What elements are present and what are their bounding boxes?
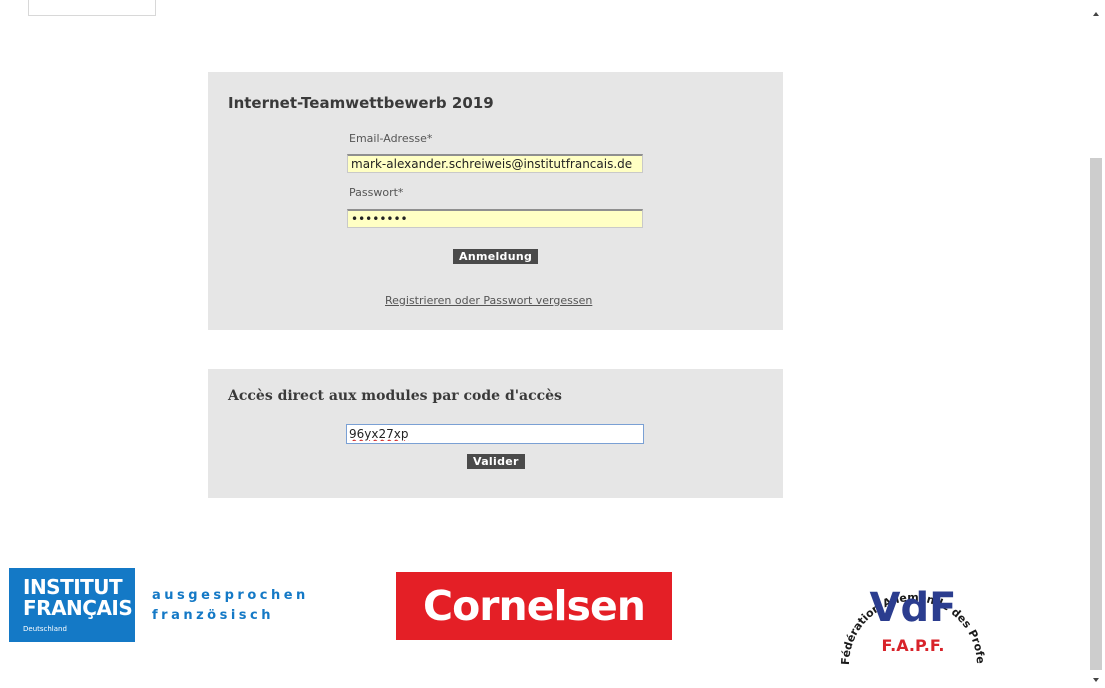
login-panel-title: Internet-Teamwettbewerb 2019 [228,94,494,112]
scroll-down-arrow-icon[interactable] [1093,678,1099,682]
email-label: Email-Adresse* [349,132,433,145]
register-link[interactable]: Registrieren oder Passwort vergessen [385,294,592,307]
vertical-scrollbar[interactable] [1088,0,1105,688]
access-code-panel: Accès direct aux modules par code d'accè… [208,369,783,498]
access-code-title: Accès direct aux modules par code d'accè… [228,388,562,404]
password-label: Passwort* [349,186,404,199]
login-button[interactable]: Anmeldung [453,249,539,264]
vdf-logo-graphic: Fédération Allemande des Professeurs de … [835,537,987,665]
tagline-line1: ausgesprochen [152,588,309,603]
cornelsen-logo[interactable]: Cornelsen [396,572,672,640]
validate-button[interactable]: Valider [467,454,525,469]
institut-francais-logo[interactable]: INSTITUT FRANÇAIS Deutschland [9,568,135,642]
vdf-main-text: VdF [870,585,957,631]
tagline-line2: französisch [152,608,274,623]
vdf-logo[interactable]: Fédération Allemande des Professeurs de … [835,537,989,677]
vdf-sub-text: F.A.P.F. [882,636,945,655]
access-code-input[interactable] [346,424,644,444]
institut-logo-line2: FRANÇAIS [23,596,133,620]
scrollbar-thumb[interactable] [1090,158,1102,670]
login-panel: Internet-Teamwettbewerb 2019 Email-Adres… [208,72,783,330]
top-left-box [28,0,156,16]
password-field[interactable] [347,209,643,228]
email-field[interactable] [347,154,643,173]
institut-logo-sub: Deutschland [23,625,67,633]
scroll-up-arrow-icon[interactable] [1093,12,1099,16]
institut-logo-line1: INSTITUT [23,575,123,599]
